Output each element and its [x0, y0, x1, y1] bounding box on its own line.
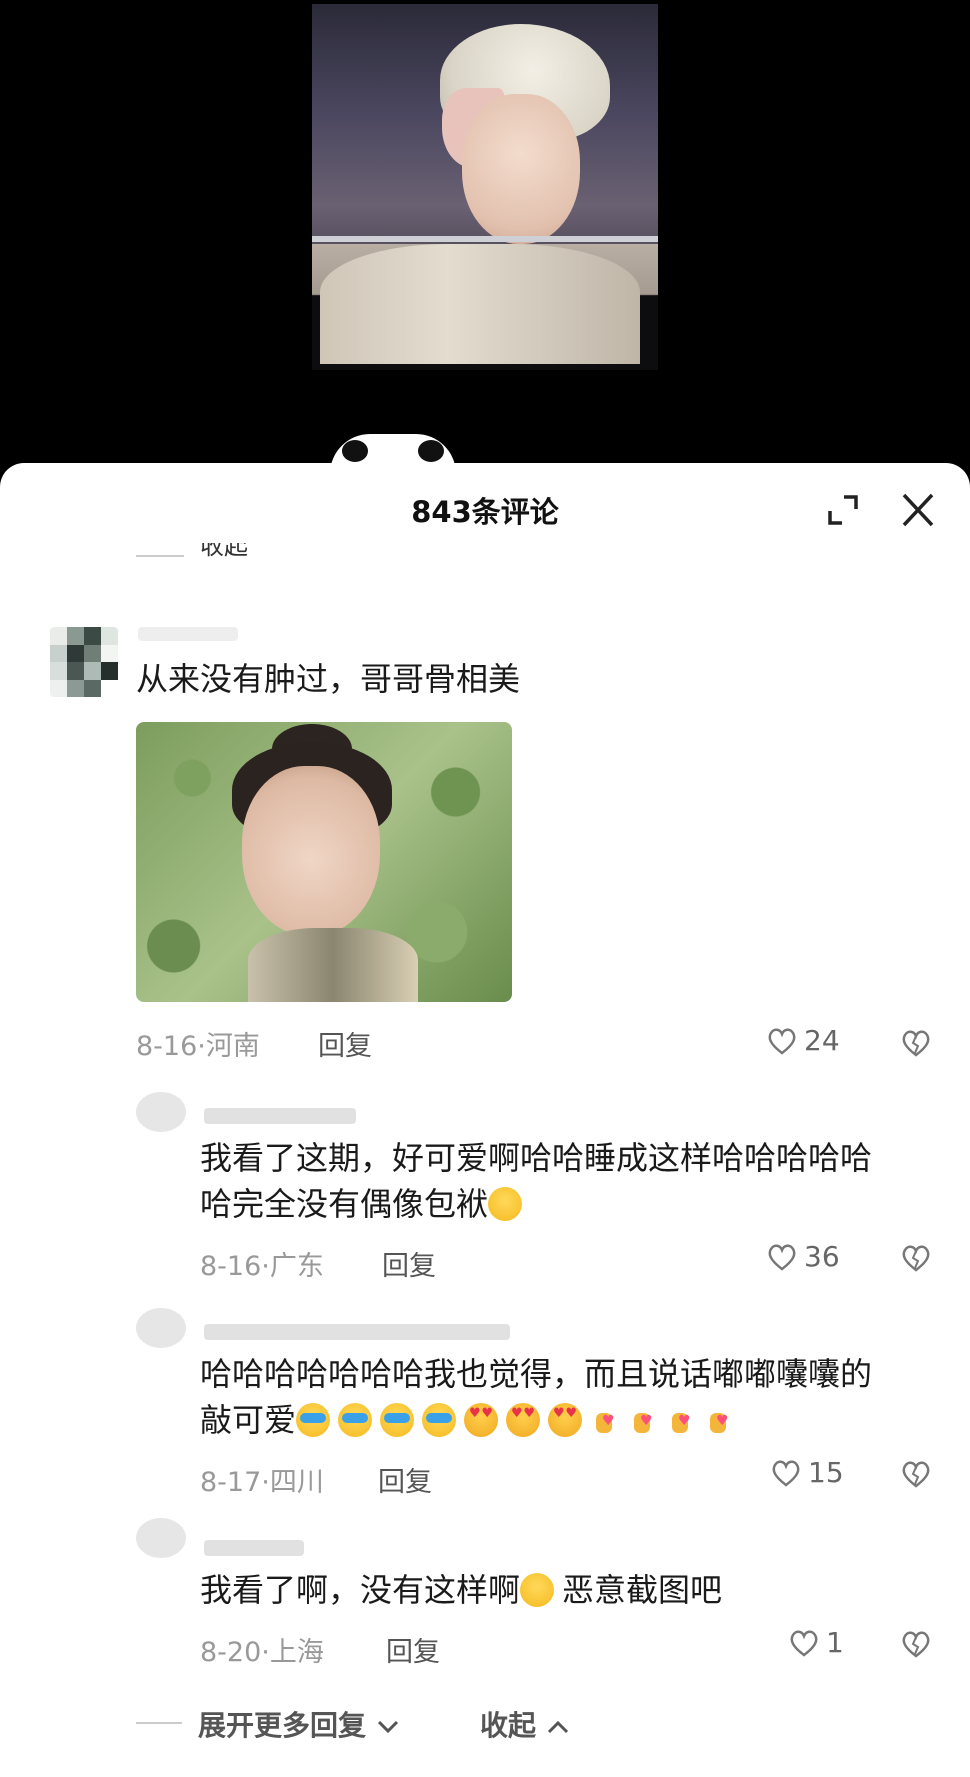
reply-text: 敲可爱 — [200, 1401, 297, 1439]
reply-avatar[interactable] — [136, 1518, 186, 1558]
comment-image[interactable] — [136, 722, 512, 1002]
reply-text: 我看了啊，没有这样啊 — [200, 1571, 521, 1609]
close-icon[interactable] — [898, 491, 938, 529]
crying-emoji-icon — [422, 1403, 457, 1437]
laugh-cry-emoji-icon — [488, 1187, 523, 1221]
like-button[interactable]: 24 — [766, 1024, 840, 1057]
reply-date: 8-16 — [200, 1251, 262, 1282]
reply-username-blurred[interactable] — [204, 1540, 304, 1556]
reply-text-line: 哈哈哈哈哈哈哈我也觉得，而且说话嘟嘟囔囔的 — [200, 1355, 873, 1393]
performer-face — [462, 94, 580, 244]
comment-location: 河南 — [205, 1031, 260, 1062]
meta-separator: · — [261, 1467, 270, 1498]
broken-heart-icon[interactable] — [899, 1243, 933, 1273]
meta-separator: · — [261, 1637, 270, 1668]
like-button[interactable]: 15 — [770, 1456, 844, 1489]
reply-location: 四川 — [269, 1467, 324, 1498]
collapse-stub-divider — [136, 555, 184, 557]
reply-button[interactable]: 回复 — [318, 1024, 372, 1063]
like-button[interactable]: 1 — [788, 1626, 844, 1659]
crying-emoji-icon — [338, 1403, 373, 1437]
collapse-replies-button[interactable]: 收起 — [480, 1704, 570, 1744]
expand-icon[interactable] — [826, 493, 860, 527]
crying-emoji-icon — [296, 1403, 331, 1437]
finger-heart-emoji-icon — [590, 1399, 620, 1443]
video-player[interactable] — [0, 0, 970, 474]
chevron-down-icon — [377, 1720, 398, 1734]
chevron-up-icon — [547, 1720, 568, 1734]
reply-text-line: 我看了这期，好可爱啊哈哈睡成这样哈哈哈哈哈 — [200, 1139, 873, 1177]
reply-location: 广东 — [269, 1251, 324, 1282]
finger-heart-emoji-icon — [628, 1399, 658, 1443]
reply-button[interactable]: 回复 — [382, 1244, 436, 1283]
broken-heart-icon[interactable] — [899, 1629, 933, 1659]
meta-separator: · — [197, 1031, 206, 1062]
reply-date: 8-20 — [200, 1637, 262, 1668]
like-count: 15 — [808, 1456, 844, 1489]
reply-username-blurred[interactable] — [204, 1324, 510, 1340]
reply-meta: 8-17·四川 — [200, 1460, 324, 1499]
reply-avatar[interactable] — [136, 1092, 186, 1132]
photo-shirt — [248, 928, 418, 1002]
username-blurred[interactable] — [138, 627, 238, 641]
expand-more-replies-button[interactable]: 展开更多回复 — [198, 1704, 400, 1744]
heart-outline-icon — [768, 1028, 796, 1055]
like-count: 36 — [804, 1240, 840, 1273]
heart-outline-icon — [790, 1630, 818, 1657]
crying-emoji-icon — [380, 1403, 415, 1437]
finger-heart-emoji-icon — [666, 1399, 696, 1443]
microphone-stand — [312, 236, 658, 242]
comment-date: 8-16 — [136, 1031, 198, 1062]
reply-text-line: 我看了啊，没有这样啊 恶意截图吧 — [200, 1568, 722, 1612]
reply-text-line: 哈完全没有偶像包袱 — [200, 1182, 530, 1226]
photo-face — [242, 766, 380, 936]
reply-location: 上海 — [269, 1637, 324, 1668]
heart-outline-icon — [772, 1460, 800, 1487]
avatar[interactable] — [50, 627, 118, 697]
like-count: 1 — [826, 1626, 844, 1659]
comment-text: 从来没有肿过，哥哥骨相美 — [136, 660, 521, 698]
reply-text: 恶意截图吧 — [562, 1571, 723, 1609]
footer-divider — [136, 1722, 182, 1724]
collapse-stub[interactable]: 收起 ^ — [200, 543, 276, 559]
reply-avatar[interactable] — [136, 1308, 186, 1348]
broken-heart-icon[interactable] — [899, 1028, 933, 1058]
reply-meta: 8-16·广东 — [200, 1244, 324, 1283]
heart-eyes-emoji-icon — [548, 1403, 583, 1437]
like-count: 24 — [804, 1024, 840, 1057]
meta-separator: · — [261, 1251, 270, 1282]
finger-heart-emoji-icon — [704, 1399, 734, 1443]
heart-eyes-emoji-icon — [506, 1403, 541, 1437]
reply-text-line: 敲可爱 — [200, 1398, 742, 1443]
reply-text: 哈完全没有偶像包袱 — [200, 1185, 489, 1223]
broken-heart-icon[interactable] — [899, 1459, 933, 1489]
reply-meta: 8-20·上海 — [200, 1630, 324, 1669]
comment-count-title: 843条评论 — [411, 495, 559, 529]
reply-button[interactable]: 回复 — [386, 1630, 440, 1669]
heart-outline-icon — [768, 1244, 796, 1271]
sheet-header: 843条评论 收起 ^ — [0, 463, 970, 558]
comment-meta: 8-16·河南 — [136, 1024, 260, 1063]
video-frame — [312, 4, 658, 370]
laugh-cry-emoji-icon — [520, 1573, 555, 1607]
reply-button[interactable]: 回复 — [378, 1460, 432, 1499]
performer-body — [320, 244, 640, 364]
reply-username-blurred[interactable] — [204, 1108, 356, 1124]
collapse-label: 收起 — [480, 1709, 537, 1742]
heart-eyes-emoji-icon — [464, 1403, 499, 1437]
like-button[interactable]: 36 — [766, 1240, 840, 1273]
reply-date: 8-17 — [200, 1467, 262, 1498]
expand-more-label: 展开更多回复 — [198, 1709, 367, 1742]
